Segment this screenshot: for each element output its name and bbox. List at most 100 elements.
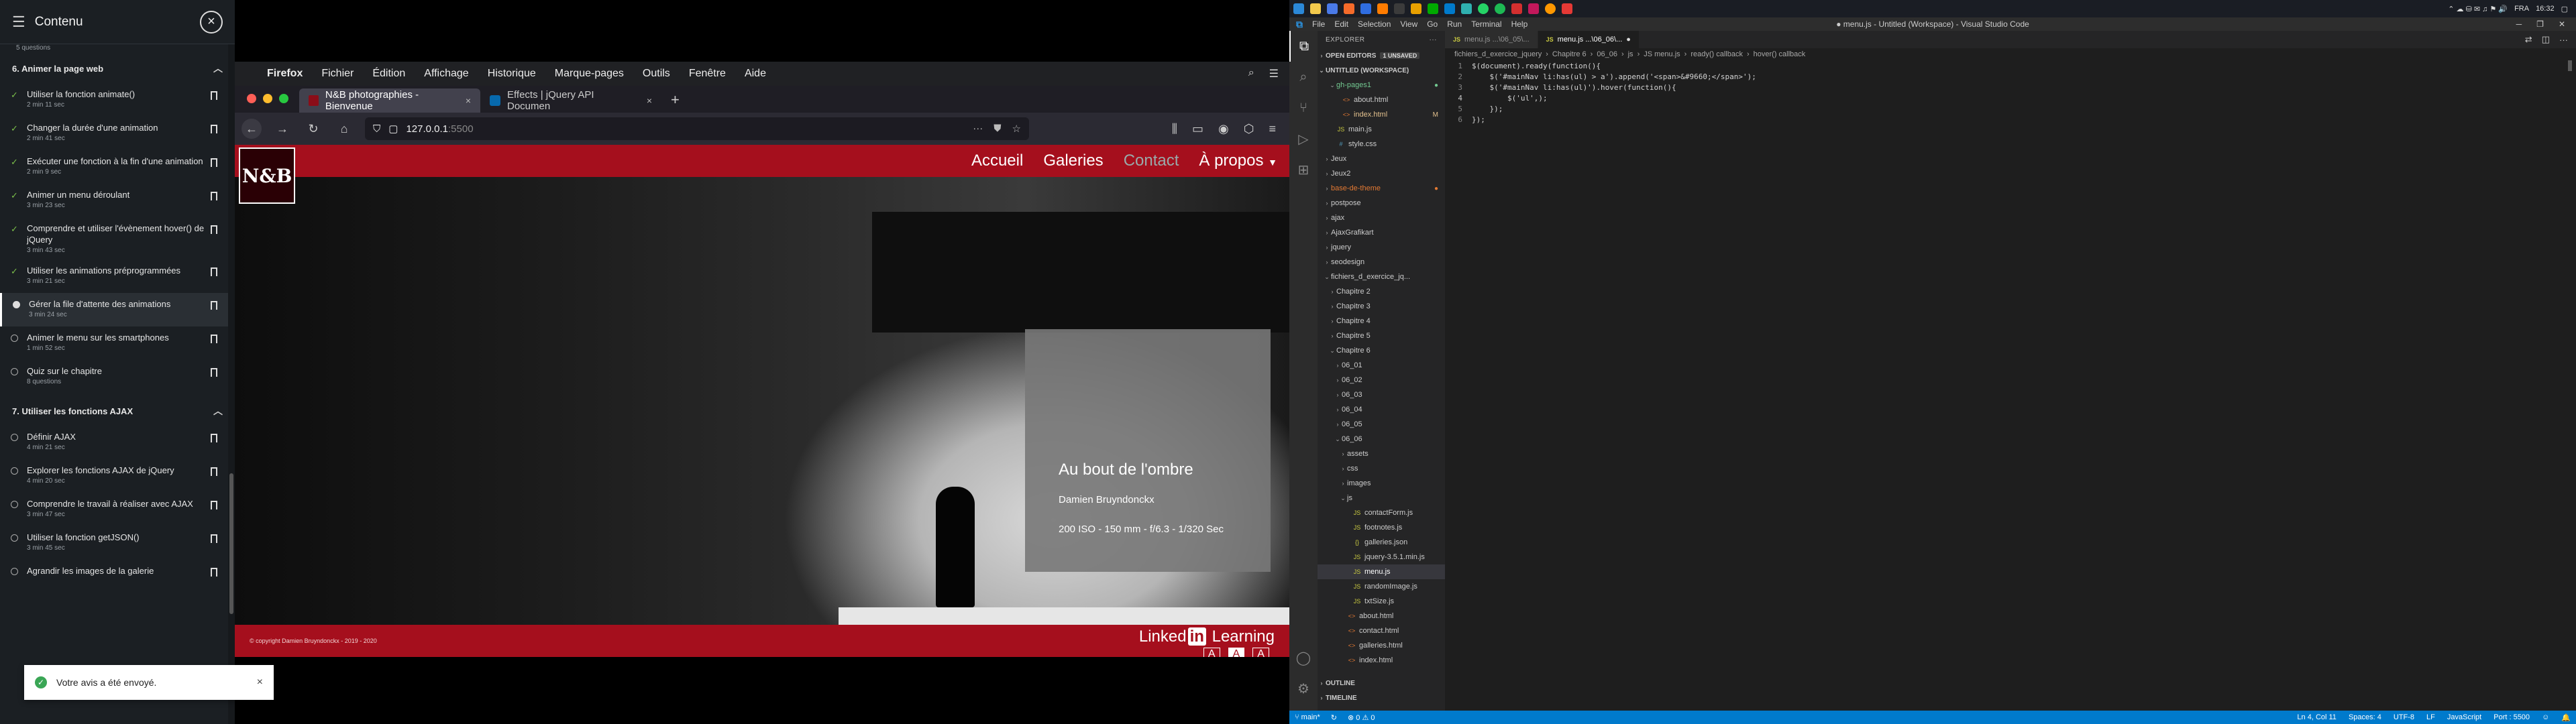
explorer-icon[interactable]: ⧉ <box>1289 31 1318 62</box>
indentation[interactable]: Spaces: 4 <box>2349 713 2381 722</box>
file-explorer-icon[interactable] <box>1310 3 1321 14</box>
tree-item[interactable]: › postpose <box>1318 196 1445 210</box>
nav-a-propos[interactable]: À propos ▼ <box>1199 152 1277 170</box>
bookmark-icon[interactable] <box>211 501 217 509</box>
record-icon[interactable] <box>1562 3 1572 14</box>
account-icon[interactable]: ◯ <box>1289 642 1318 673</box>
bookmark-icon[interactable] <box>211 368 217 377</box>
home-button[interactable]: ⌂ <box>334 119 354 139</box>
bookmark-icon[interactable] <box>211 267 217 276</box>
minimize-window-button[interactable] <box>263 94 272 103</box>
eol[interactable]: LF <box>2426 713 2435 722</box>
tree-item[interactable]: <> index.html <box>1318 653 1445 668</box>
compare-icon[interactable]: ⇄ <box>2525 34 2532 45</box>
photoshop-icon[interactable] <box>1360 3 1371 14</box>
tree-item[interactable]: › Chapitre 2 <box>1318 284 1445 299</box>
bookmark-icon[interactable] <box>211 125 217 133</box>
tree-item[interactable]: ⌄ fichiers_d_exercice_jq... <box>1318 269 1445 284</box>
url-bar[interactable]: ⛉ ▢ 127.0.0.1:5500 ··· ⛊ ☆ <box>365 117 1029 140</box>
illustrator-icon[interactable] <box>1377 3 1388 14</box>
control-center-icon[interactable]: ☰ <box>1269 67 1279 80</box>
lesson-item[interactable]: Gérer la file d'attente des animations 3 … <box>0 293 235 326</box>
app-icon[interactable] <box>1461 3 1472 14</box>
notifications-icon[interactable]: ▢ <box>2561 5 2568 13</box>
tree-item[interactable]: JS main.js <box>1318 122 1445 137</box>
editor-tab-menu-06-05[interactable]: JS menu.js ...\06_05\... <box>1445 31 1538 48</box>
site-logo[interactable]: N&B <box>239 147 295 204</box>
lesson-item[interactable]: Explorer les fonctions AJAX de jQuery 4 m… <box>0 459 235 493</box>
nav-galeries[interactable]: Galeries <box>1043 152 1103 170</box>
tree-item[interactable]: <> index.html M <box>1318 107 1445 122</box>
pink-app-icon[interactable] <box>1528 3 1539 14</box>
unsaved-dot-icon[interactable]: ● <box>1626 36 1631 44</box>
back-button[interactable]: ← <box>241 119 262 139</box>
account-icon[interactable]: ◉ <box>1218 122 1229 136</box>
breadcrumb-item[interactable]: fichiers_d_exercice_jquery <box>1454 50 1542 58</box>
tree-item[interactable]: <> galleries.html <box>1318 638 1445 653</box>
lesson-item[interactable]: ✓ Exécuter une fonction à la fin d'une an… <box>0 150 235 184</box>
tree-item[interactable]: › Chapitre 4 <box>1318 314 1445 328</box>
tree-item[interactable]: ⌄ gh-pages1 ● <box>1318 78 1445 93</box>
menu-fichier[interactable]: Fichier <box>321 68 354 80</box>
clock[interactable]: 16:32 <box>2536 5 2555 13</box>
lesson-item[interactable]: Utiliser la fonction getJSON() 3 min 45 s… <box>0 526 235 560</box>
breadcrumb-item[interactable]: 06_06 <box>1597 50 1617 58</box>
close-tab-icon[interactable]: × <box>647 95 652 106</box>
tree-item[interactable]: › Jeux <box>1318 152 1445 166</box>
cursor-position[interactable]: Ln 4, Col 11 <box>2297 713 2337 722</box>
menu-help[interactable]: Help <box>1511 19 1528 29</box>
tree-item[interactable]: JS randomImage.js <box>1318 579 1445 594</box>
search-icon[interactable]: ⌕ <box>1289 62 1318 93</box>
scrollbar-thumb[interactable] <box>229 473 233 614</box>
tree-item[interactable]: › seodesign <box>1318 255 1445 269</box>
menu-terminal[interactable]: Terminal <box>1471 19 1501 29</box>
bookmark-icon[interactable] <box>211 467 217 476</box>
close-icon[interactable]: ✕ <box>2559 19 2565 29</box>
timeline-section[interactable]: › TIMELINE <box>1318 690 1445 705</box>
text-size-small[interactable]: A <box>1203 648 1220 657</box>
outlook-icon[interactable] <box>1327 3 1338 14</box>
feedback-icon[interactable]: ☺ <box>2542 713 2549 722</box>
breadcrumb-item[interactable]: ready() callback <box>1690 50 1743 58</box>
tree-item[interactable]: › Jeux2 <box>1318 166 1445 181</box>
tray-icons[interactable]: ⌃ ☁ ⛁ ✉ ♫ ⚑ 🔊 <box>2448 5 2508 13</box>
menu-view[interactable]: View <box>1400 19 1417 29</box>
lesson-item[interactable]: ✓ Utiliser la fonction animate() 2 min 11 … <box>0 83 235 117</box>
breadcrumb-item[interactable]: JS menu.js <box>1644 50 1680 58</box>
lesson-item[interactable]: ✓ Utiliser les animations préprogrammées 3… <box>0 259 235 293</box>
pocket-icon[interactable]: ⛊ <box>994 123 1001 135</box>
split-editor-icon[interactable]: ◫ <box>2542 34 2550 45</box>
open-editors-section[interactable]: › OPEN EDITORS 1 UNSAVED <box>1318 48 1445 63</box>
section-6-header[interactable]: 6. Animer la page web ︿ <box>0 54 235 83</box>
restore-icon[interactable]: ❐ <box>2536 19 2544 29</box>
tree-item[interactable]: › Chapitre 3 <box>1318 299 1445 314</box>
vscode-taskbar-icon[interactable] <box>1444 3 1455 14</box>
sync-icon[interactable]: ↻ <box>1331 713 1337 722</box>
lesson-item[interactable]: ✓ Changer la durée d'une animation 2 min 4… <box>0 117 235 150</box>
tree-item[interactable]: › css <box>1318 461 1445 476</box>
breadcrumb-item[interactable]: Chapitre 6 <box>1552 50 1587 58</box>
tree-item[interactable]: <> about.html <box>1318 93 1445 107</box>
tree-item[interactable]: ⌄ Chapitre 6 <box>1318 343 1445 358</box>
red-app-icon[interactable] <box>1511 3 1522 14</box>
editor-more-icon[interactable]: ··· <box>2559 35 2568 45</box>
spotify-icon[interactable] <box>1495 3 1505 14</box>
bookmark-icon[interactable] <box>211 335 217 343</box>
breadcrumb-item[interactable]: js <box>1628 50 1633 58</box>
tree-item[interactable]: › AjaxGrafikart <box>1318 225 1445 240</box>
page-actions-icon[interactable]: ··· <box>973 123 983 135</box>
tree-item[interactable]: JS jquery-3.5.1.min.js <box>1318 550 1445 564</box>
hamburger-menu-icon[interactable]: ≡ <box>1269 122 1276 136</box>
tree-item[interactable]: {} galleries.json <box>1318 535 1445 550</box>
nav-accueil[interactable]: Accueil <box>971 152 1023 170</box>
windows-start-icon[interactable] <box>1293 3 1304 14</box>
tree-item[interactable]: JS menu.js <box>1318 564 1445 579</box>
list-icon[interactable]: ☰ <box>12 13 25 31</box>
bookmark-icon[interactable] <box>211 301 217 310</box>
menu-firefox[interactable]: Firefox <box>267 68 303 80</box>
menu-selection[interactable]: Selection <box>1358 19 1391 29</box>
problems-status[interactable]: ⊗ 0 ⚠ 0 <box>1348 713 1375 722</box>
tree-item[interactable]: <> contact.html <box>1318 623 1445 638</box>
language-indicator[interactable]: FRA <box>2514 5 2529 13</box>
tree-item[interactable]: › 06_01 <box>1318 358 1445 373</box>
